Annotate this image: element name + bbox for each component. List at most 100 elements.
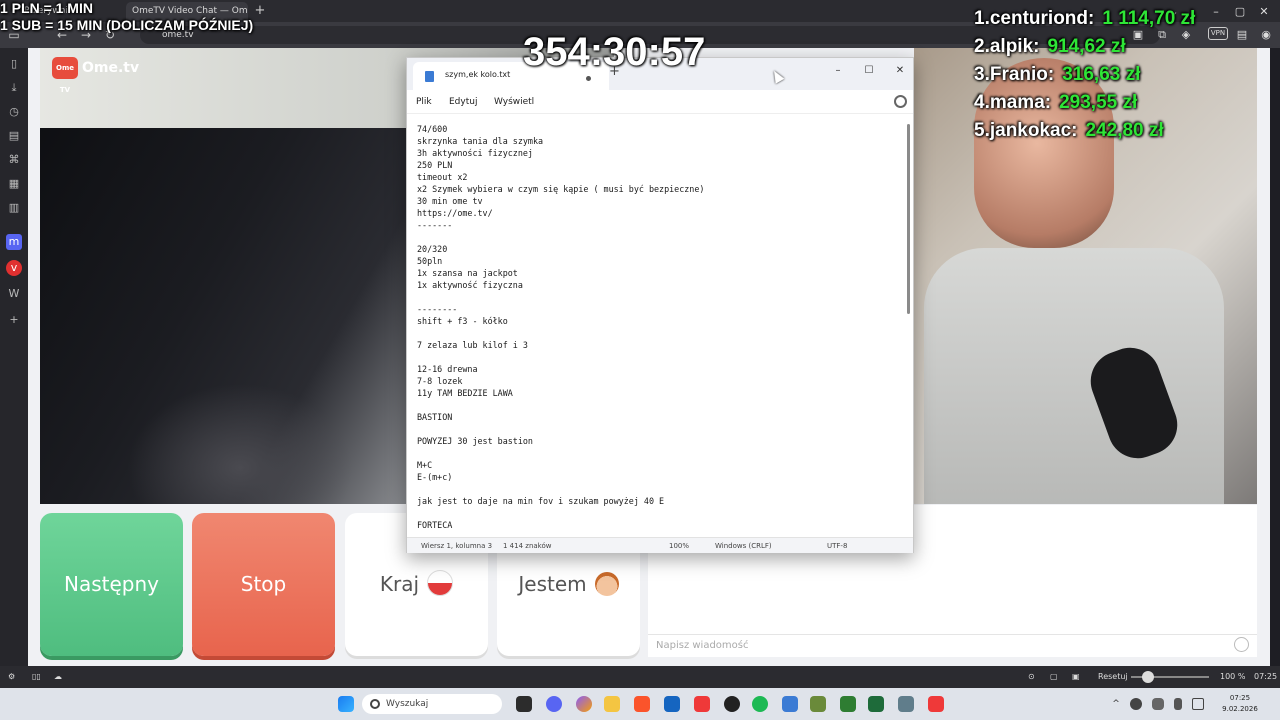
wifi-icon[interactable] (1192, 698, 1204, 710)
tray-chevron-icon[interactable]: ^ (1108, 697, 1124, 713)
wikipedia-icon[interactable]: W (6, 286, 22, 302)
donor-name: 3.Franio: (974, 64, 1055, 85)
file-explorer-icon[interactable] (604, 696, 620, 712)
donation-amount: 293,55 zł (1059, 92, 1138, 113)
menu-view[interactable]: Wyświetl (494, 90, 534, 114)
windows-taskbar: Wyszukaj ^ 07:25 9.02.2026 (0, 688, 1280, 720)
menu-edit[interactable]: Edytuj (449, 90, 477, 114)
minecraft-icon[interactable] (810, 696, 826, 712)
download-icon[interactable]: ⤓ (6, 80, 22, 96)
text-line: shift + f3 - kółko (417, 316, 508, 326)
settings-icon[interactable] (894, 95, 907, 108)
maximize-icon[interactable]: ☐ (856, 62, 882, 80)
screen: Przerywnik OmeTV Video Chat — Ome + ⌄ – … (0, 0, 1280, 720)
panel-icon[interactable]: ▯▯ (32, 666, 41, 688)
cursor-position: Wiersz 1, kolumna 3 (421, 542, 493, 550)
translate-icon[interactable]: ⌘ (6, 152, 22, 168)
text-line: 7 zelaza lub kilof i 3 (417, 340, 528, 350)
notepad-app-icon[interactable] (782, 696, 798, 712)
text-line: 12-16 drewna (417, 364, 478, 374)
brave-icon[interactable] (634, 696, 650, 712)
vivaldi-app-icon[interactable] (694, 696, 710, 712)
status-time: 07:25 (1254, 672, 1278, 681)
minimize-icon[interactable]: – (1208, 3, 1224, 21)
donor-name: 1.centuriond: (974, 8, 1095, 29)
stop-button[interactable]: Stop (192, 513, 335, 656)
vpn-badge[interactable]: VPN (1208, 27, 1228, 40)
cloud-icon[interactable]: ☁ (54, 666, 62, 688)
spotify-icon[interactable] (752, 696, 768, 712)
tab-label: OmeTV Video Chat — Ome (132, 6, 248, 16)
notepad-tab-title: szym,ek kolo.txt (445, 70, 511, 79)
boy-avatar-icon (594, 572, 619, 596)
mic-icon[interactable] (1174, 698, 1182, 710)
close-icon[interactable]: ✕ (1256, 3, 1272, 21)
line-ending[interactable]: Windows (CRLF) (715, 538, 772, 554)
clock-date: 9.02.2026 (1222, 705, 1258, 713)
copilot-icon[interactable] (576, 696, 592, 712)
notes-icon[interactable]: ▤ (6, 128, 22, 144)
profile-icon[interactable]: ◉ (1258, 26, 1274, 44)
leaderboard-row: 1.centuriond: 1 114,70 zł (974, 8, 1195, 34)
tray-app2-icon[interactable] (1152, 698, 1164, 710)
donor-name: 2.alpik: (974, 36, 1040, 57)
menu-file[interactable]: Plik (416, 90, 432, 114)
taskbar-clock[interactable]: 07:25 9.02.2026 (1218, 693, 1262, 715)
leaderboard-row: 4.mama: 293,55 zł (974, 92, 1137, 118)
text-line: -------- (417, 304, 458, 314)
vivaldi-pinned-icon[interactable] (928, 696, 944, 712)
chat-input[interactable]: Napisz wiadomość (648, 634, 1257, 656)
taskbar-search[interactable]: Wyszukaj (362, 694, 502, 714)
browser-status-bar: ⚙ ▯▯ ☁ ⊙ ▢ ▣ Resetuj 100 % 07:25 (0, 666, 1280, 688)
tray-app-icon[interactable] (1130, 698, 1142, 710)
streamer-body (924, 248, 1224, 504)
unsaved-dot-icon[interactable] (586, 76, 591, 81)
obs-icon[interactable] (724, 696, 740, 712)
chat-placeholder: Napisz wiadomość (656, 640, 749, 651)
windows-start-icon[interactable] (338, 696, 354, 712)
tasks-icon[interactable]: ▥ (6, 200, 22, 216)
text-line: 11y TAM BEDZIE LAWA (417, 388, 513, 398)
text-line: E-(m+c) (417, 472, 453, 482)
ometv-logo[interactable]: Ome TVOme.tv (52, 56, 139, 94)
zoom-level: 100 % (1220, 672, 1246, 681)
discord-icon[interactable] (546, 696, 562, 712)
country-label: Kraj (379, 572, 420, 596)
emoji-icon[interactable] (1234, 637, 1249, 652)
store-icon[interactable] (664, 696, 680, 712)
next-button[interactable]: Następny (40, 513, 183, 656)
reader-icon[interactable]: ▦ (6, 176, 22, 192)
text-line: 74/600 (417, 124, 448, 134)
close-icon[interactable]: ✕ (887, 62, 913, 80)
settings-icon[interactable]: ⚙ (8, 666, 15, 688)
tiling-icon[interactable]: ▢ (1050, 666, 1058, 688)
text-line: 50pln (417, 256, 443, 266)
poland-flag-icon (427, 570, 454, 596)
task-view-icon[interactable] (516, 696, 532, 712)
history-icon[interactable]: ◷ (6, 104, 22, 120)
mastodon-icon[interactable]: m (6, 234, 22, 250)
leaderboard-row: 3.Franio: 316,63 zł (974, 64, 1140, 90)
scrollbar[interactable] (907, 124, 910, 314)
search-icon (370, 699, 380, 709)
zoom-slider-handle[interactable] (1142, 671, 1154, 683)
capture-icon[interactable]: ⊙ (1028, 666, 1035, 688)
leaderboard-row: 5.jankokac: 242,80 zł (974, 120, 1164, 146)
document-icon (425, 71, 434, 82)
app-icon[interactable] (840, 696, 856, 712)
donation-amount: 316,63 zł (1062, 64, 1141, 85)
terminal-icon[interactable] (868, 696, 884, 712)
image-icon[interactable]: ▣ (1072, 666, 1080, 688)
new-tab-icon[interactable]: + (252, 2, 268, 20)
encoding[interactable]: UTF-8 (827, 538, 847, 554)
bookmark-icon[interactable]: ▯ (6, 56, 22, 72)
maximize-icon[interactable]: ▢ (1232, 3, 1248, 21)
reset-zoom-button[interactable]: Resetuj (1098, 666, 1128, 688)
notepad-text-area[interactable]: 74/600 skrzynka tania dla szymka 3h aktywn… (407, 115, 913, 537)
calculator-icon[interactable] (898, 696, 914, 712)
add-panel-icon[interactable]: + (6, 312, 22, 328)
wallet-icon[interactable]: ▤ (1234, 26, 1250, 44)
notepad-zoom[interactable]: 100% (669, 538, 689, 554)
vivaldi-icon[interactable]: v (6, 260, 22, 276)
minimize-icon[interactable]: – (825, 62, 851, 80)
